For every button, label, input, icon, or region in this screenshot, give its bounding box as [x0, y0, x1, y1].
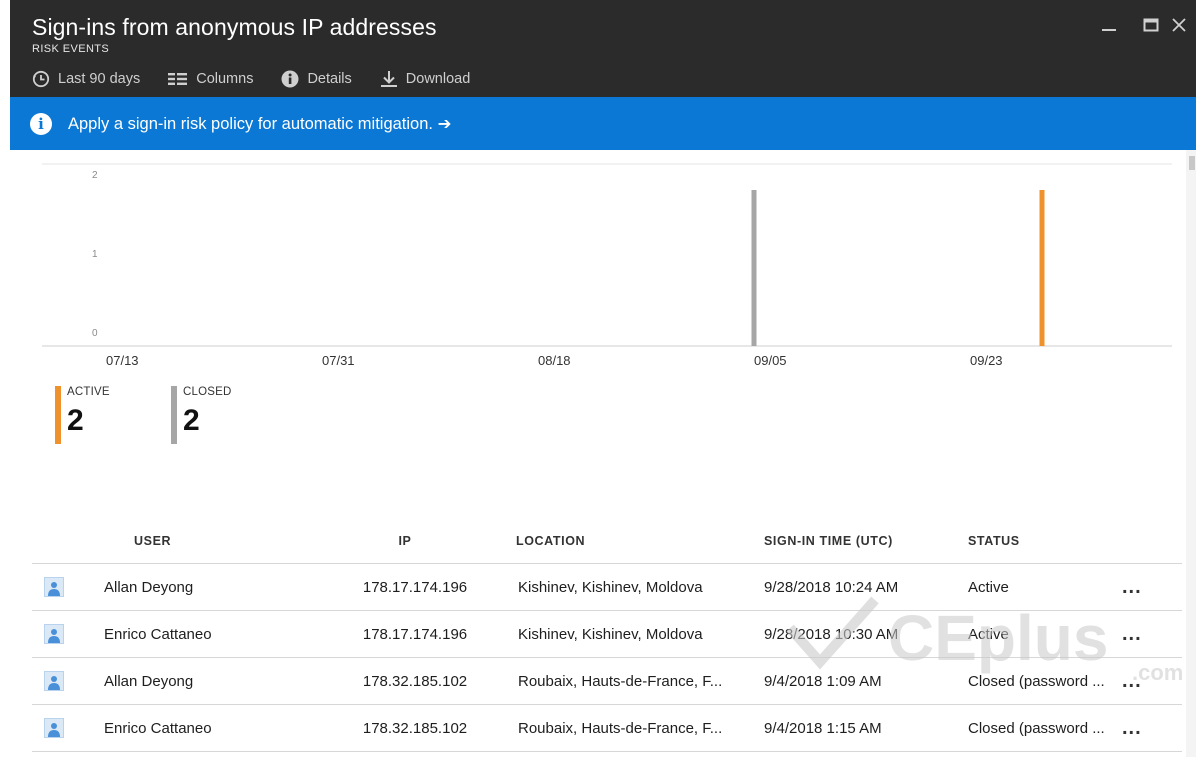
risk-policy-banner[interactable]: i Apply a sign-in risk policy for automa… [10, 97, 1196, 150]
banner-text: Apply a sign-in risk policy for automati… [68, 114, 452, 133]
x-tick-label: 07/13 [106, 353, 139, 368]
closed-count: 2 [183, 404, 200, 437]
header-sign-in-time[interactable]: SIGN-IN TIME (UTC) [756, 534, 964, 548]
info-icon [281, 70, 299, 88]
more-options-button[interactable]: ... [1122, 576, 1162, 599]
table-row[interactable]: Enrico Cattaneo 178.17.174.196 Kishinev,… [32, 611, 1182, 658]
details-button[interactable]: Details [281, 70, 352, 88]
x-tick-label: 09/05 [754, 353, 787, 368]
maximize-icon [1143, 18, 1159, 32]
blade-subtitle: RISK EVENTS [32, 43, 110, 55]
toolbar: Last 90 days Columns Details Download [32, 66, 498, 92]
header-user[interactable]: USER [104, 534, 326, 548]
active-count: 2 [67, 404, 84, 437]
chart-svg: 2 1 0 07/13 07/31 08/18 09/05 09/23 [42, 163, 1172, 368]
cell-location: Kishinev, Kishinev, Moldova [518, 625, 703, 643]
cell-sign-in-time: 9/28/2018 10:24 AM [764, 578, 899, 596]
columns-button[interactable]: Columns [168, 71, 253, 87]
table-row[interactable]: Allan Deyong 178.32.185.102 Roubaix, Hau… [32, 658, 1182, 705]
cell-sign-in-time: 9/28/2018 10:30 AM [764, 625, 899, 643]
table-row[interactable]: Enrico Cattaneo 178.32.185.102 Roubaix, … [32, 705, 1182, 752]
columns-icon [168, 72, 188, 86]
y-tick-label: 2 [92, 170, 98, 181]
active-color-bar [55, 386, 61, 444]
x-tick-label: 09/23 [970, 353, 1003, 368]
scrollbar[interactable] [1186, 150, 1196, 757]
minimize-button[interactable] [1088, 10, 1130, 40]
cell-user: Enrico Cattaneo [104, 719, 212, 737]
closed-label: CLOSED [183, 386, 232, 398]
more-options-button[interactable]: ... [1122, 623, 1162, 646]
cell-user: Allan Deyong [104, 578, 194, 596]
download-icon [380, 70, 398, 88]
cell-ip: 178.32.185.102 [362, 672, 468, 690]
closed-color-bar [171, 386, 177, 444]
blade: Sign-ins from anonymous IP addresses RIS… [10, 0, 1196, 757]
blade-header: Sign-ins from anonymous IP addresses RIS… [10, 0, 1196, 97]
header-ip[interactable]: IP [326, 534, 504, 548]
cell-location: Roubaix, Hauts-de-France, F... [518, 719, 723, 737]
clock-icon [32, 70, 50, 88]
info-icon: i [30, 112, 52, 135]
y-tick-label: 1 [92, 249, 98, 260]
cell-status: Closed (password ... [968, 672, 1105, 690]
cell-status: Active [968, 625, 1009, 643]
more-options-button[interactable]: ... [1122, 717, 1162, 740]
blade-title: Sign-ins from anonymous IP addresses [32, 14, 437, 40]
last-90-days-label: Last 90 days [58, 71, 141, 87]
close-icon [1172, 18, 1186, 32]
cell-sign-in-time: 9/4/2018 1:15 AM [764, 719, 882, 737]
cell-ip: 178.17.174.196 [362, 625, 468, 643]
x-tick-label: 07/31 [322, 353, 355, 368]
x-tick-label: 08/18 [538, 353, 571, 368]
cell-location: Kishinev, Kishinev, Moldova [518, 578, 703, 596]
more-options-button[interactable]: ... [1122, 670, 1162, 693]
scrollbar-thumb[interactable] [1189, 156, 1195, 170]
closed-summary[interactable]: CLOSED 2 [171, 384, 232, 444]
bar-active [1039, 190, 1045, 346]
active-summary[interactable]: ACTIVE 2 [55, 384, 110, 444]
cell-ip: 178.32.185.102 [362, 719, 468, 737]
risk-events-chart: 2 1 0 07/13 07/31 08/18 09/05 09/23 [32, 160, 1180, 380]
risk-events-table: USER IP LOCATION SIGN-IN TIME (UTC) STAT… [32, 518, 1182, 752]
maximize-button[interactable] [1130, 10, 1172, 40]
cell-sign-in-time: 9/4/2018 1:09 AM [764, 672, 882, 690]
y-tick-label: 0 [92, 328, 98, 339]
download-label: Download [405, 71, 471, 87]
minimize-icon [1102, 29, 1116, 31]
cell-user: Allan Deyong [104, 672, 194, 690]
cell-status: Active [968, 578, 1009, 596]
bar-closed [751, 190, 757, 346]
active-label: ACTIVE [67, 386, 110, 398]
user-icon [44, 671, 64, 691]
cell-location: Roubaix, Hauts-de-France, F... [518, 672, 723, 690]
table-header: USER IP LOCATION SIGN-IN TIME (UTC) STAT… [32, 518, 1182, 564]
close-button[interactable] [1172, 10, 1196, 40]
download-button[interactable]: Download [380, 70, 471, 88]
last-90-days-button[interactable]: Last 90 days [32, 70, 140, 88]
details-label: Details [307, 71, 352, 87]
window-controls [1088, 10, 1196, 40]
table-row[interactable]: Allan Deyong 178.17.174.196 Kishinev, Ki… [32, 564, 1182, 611]
header-location[interactable]: LOCATION [504, 534, 756, 548]
cell-user: Enrico Cattaneo [104, 625, 212, 643]
cell-ip: 178.17.174.196 [362, 578, 468, 596]
columns-label: Columns [196, 71, 254, 87]
cell-status: Closed (password ... [968, 719, 1105, 737]
header-status[interactable]: STATUS [964, 534, 1122, 548]
user-icon [44, 718, 64, 738]
user-icon [44, 624, 64, 644]
user-icon [44, 577, 64, 597]
